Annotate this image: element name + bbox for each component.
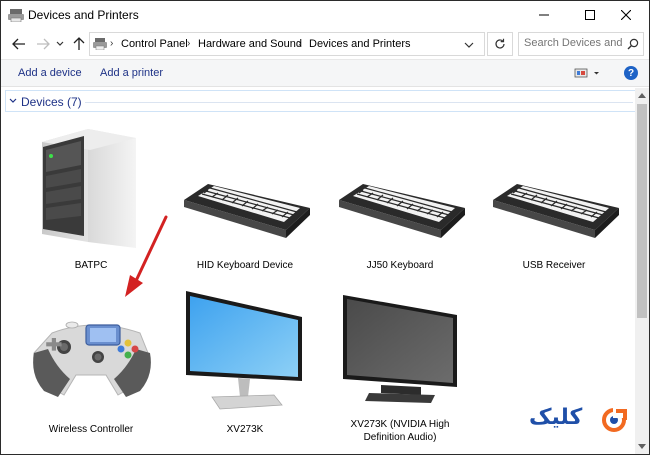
- window-title: Devices and Printers: [28, 8, 139, 22]
- device-label: Wireless Controller: [48, 424, 134, 435]
- keyboard-icon: [184, 184, 310, 238]
- recent-locations-button[interactable]: [54, 33, 66, 55]
- device-label: XV273K (NVIDIA High: [350, 419, 450, 430]
- help-button[interactable]: ?: [624, 66, 638, 80]
- group-divider: [85, 102, 633, 103]
- breadcrumb-separator-icon: ›: [298, 38, 302, 49]
- minimize-icon: [539, 14, 549, 16]
- breadcrumb-separator-icon: ›: [110, 38, 114, 49]
- address-history-chevron-icon[interactable]: [462, 38, 476, 52]
- device-label: XV273K: [226, 424, 264, 435]
- arrow-up-icon: [73, 37, 85, 50]
- click-logo-watermark: کلیک: [527, 403, 631, 439]
- search-icon: [627, 38, 639, 50]
- refresh-button[interactable]: [487, 32, 513, 56]
- minimize-button[interactable]: [521, 1, 567, 29]
- control-panel-icon: [93, 38, 107, 50]
- refresh-icon: [495, 38, 505, 49]
- watermark-text: کلیک: [529, 405, 583, 430]
- up-button[interactable]: [69, 33, 89, 55]
- device-hid-keyboard[interactable]: HID Keyboard Device: [170, 122, 320, 272]
- devices-group-title: Devices (7): [21, 95, 82, 109]
- collapse-chevron-icon: [9, 98, 17, 103]
- breadcrumb-devices-and-printers[interactable]: Devices and Printers: [309, 38, 411, 50]
- monitor-icon: [343, 295, 457, 403]
- breadcrumb-separator-icon: ›: [187, 38, 191, 49]
- device-label: HID Keyboard Device: [196, 260, 294, 271]
- arrow-left-icon: [12, 38, 25, 50]
- devices-and-printers-window: Devices and Printers › Control Panel › H…: [0, 0, 650, 455]
- view-options-icon: [574, 68, 599, 78]
- scroll-up-arrow-icon[interactable]: [638, 92, 646, 98]
- device-label: JJ50 Keyboard: [366, 260, 434, 271]
- arrow-right-icon: [37, 38, 50, 50]
- command-bar: Add a device Add a printer ?: [1, 59, 649, 87]
- keyboard-icon: [339, 184, 465, 238]
- close-icon: [621, 10, 631, 20]
- search-input[interactable]: [524, 37, 624, 49]
- add-printer-button[interactable]: Add a printer: [100, 67, 163, 79]
- back-button[interactable]: [9, 33, 29, 55]
- add-device-button[interactable]: Add a device: [18, 67, 82, 79]
- breadcrumb-control-panel[interactable]: Control Panel: [121, 38, 188, 50]
- forward-button[interactable]: [33, 33, 53, 55]
- search-box[interactable]: [518, 32, 644, 56]
- device-label-line-2: Definition Audio): [363, 432, 437, 443]
- device-xv273k[interactable]: XV273K: [170, 283, 320, 443]
- device-usb-receiver[interactable]: USB Receiver: [479, 122, 629, 272]
- scrollbar-thumb[interactable]: [637, 104, 647, 318]
- close-button[interactable]: [603, 1, 649, 29]
- change-view-button[interactable]: [574, 67, 602, 82]
- maximize-icon: [585, 10, 595, 20]
- keyboard-icon: [493, 184, 619, 238]
- device-jj50-keyboard[interactable]: JJ50 Keyboard: [325, 122, 475, 272]
- device-wireless-controller[interactable]: Wireless Controller: [16, 283, 166, 443]
- device-xv273k-nvidia-audio[interactable]: XV273K (NVIDIA High Definition Audio): [325, 283, 475, 453]
- devices-printers-app-icon: [8, 9, 24, 22]
- breadcrumb-hardware-and-sound[interactable]: Hardware and Sound: [198, 38, 302, 50]
- title-bar: Devices and Printers: [1, 1, 649, 29]
- chevron-down-icon: [56, 41, 64, 46]
- gamepad-icon: [33, 321, 151, 397]
- devices-content-area: Devices (7) BATPC HID Keyboard Device JJ…: [1, 88, 635, 454]
- navigation-bar: › Control Panel › Hardware and Sound › D…: [1, 29, 649, 59]
- click-logo-icon: [602, 408, 627, 432]
- device-label: USB Receiver: [522, 260, 586, 271]
- address-bar[interactable]: › Control Panel › Hardware and Sound › D…: [89, 32, 485, 56]
- red-arrow-annotation-icon: [125, 215, 168, 297]
- vertical-scrollbar[interactable]: [635, 88, 649, 454]
- scroll-down-arrow-icon[interactable]: [638, 444, 646, 450]
- devices-group-header[interactable]: Devices (7): [7, 94, 633, 110]
- monitor-icon: [186, 291, 302, 410]
